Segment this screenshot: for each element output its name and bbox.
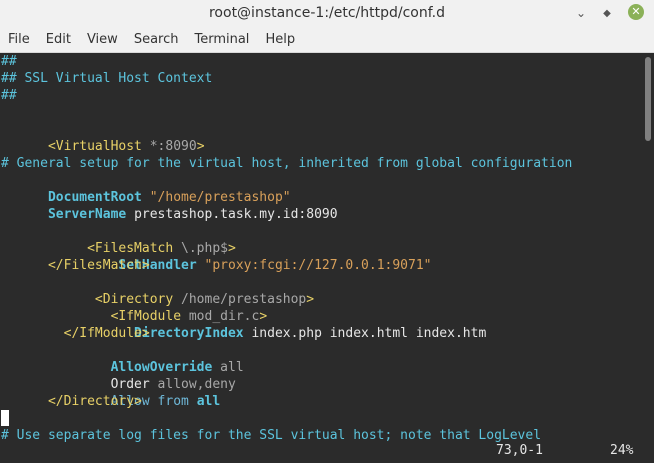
code-line: # Use separate log files for the SSL vir…: [1, 428, 542, 443]
tag-close: >: [306, 292, 315, 307]
maximize-icon[interactable]: ◆: [598, 4, 616, 22]
scrollbar[interactable]: [643, 53, 654, 463]
code-line: Order allow,deny: [1, 359, 236, 392]
code-line: ServerName prestashop.task.my.id:8090: [1, 189, 338, 222]
code-line: </Directory>: [1, 394, 142, 409]
code-line: ##: [1, 88, 17, 103]
directive-value: all: [196, 394, 221, 409]
scroll-percent: 24%: [610, 443, 634, 458]
keyword: from: [157, 394, 197, 409]
menu-view[interactable]: View: [79, 32, 126, 47]
code-line: ## SSL Virtual Host Context: [1, 71, 213, 86]
tag-close: >: [196, 139, 205, 154]
code-line: ##: [1, 54, 17, 69]
directive-value: "proxy:fcgi://127.0.0.1:9071": [196, 258, 432, 273]
directive: ServerName: [47, 207, 127, 222]
code-line: <VirtualHost *:8090>: [1, 121, 205, 154]
close-icon[interactable]: ✕: [628, 4, 644, 20]
code-line: DocumentRoot "/home/prestashop": [1, 172, 291, 205]
minimize-icon[interactable]: ⌄: [572, 4, 590, 22]
title-bar: root@instance-1:/etc/httpd/conf.d ⌄ ◆ ✕: [0, 0, 654, 26]
terminal-window: root@instance-1:/etc/httpd/conf.d ⌄ ◆ ✕ …: [0, 0, 654, 463]
menu-help[interactable]: Help: [257, 32, 303, 47]
scrollbar-thumb[interactable]: [645, 57, 651, 141]
menu-edit[interactable]: Edit: [38, 32, 79, 47]
terminal-content[interactable]: ## ## SSL Virtual Host Context ## <Virtu…: [0, 53, 643, 463]
menu-terminal[interactable]: Terminal: [186, 32, 257, 47]
code-line: SetHandler "proxy:fcgi://127.0.0.1:9071": [1, 240, 431, 273]
code-line: </IfModule>: [1, 326, 150, 341]
text-cursor: [1, 410, 9, 426]
menu-search[interactable]: Search: [126, 32, 187, 47]
code-line: <IfModule mod_dir.c>: [1, 291, 268, 324]
code-line: </FilesMatch>: [1, 258, 150, 273]
code-line: <FilesMatch \.php$>: [1, 223, 236, 256]
directive-value: index.php index.html index.htm: [243, 326, 487, 341]
cursor-position: 73,0-1: [496, 443, 543, 458]
code-line: DirectoryIndex index.php index.html inde…: [1, 308, 486, 341]
code-line: Allow from all: [1, 376, 221, 409]
menu-bar: File Edit View Search Terminal Help: [0, 26, 654, 53]
code-line: AllowOverride all: [1, 342, 244, 375]
code-line: # General setup for the virtual host, in…: [1, 156, 573, 171]
code-line: <Directory /home/prestashop>: [1, 274, 314, 307]
tag-open: <VirtualHost: [47, 139, 150, 154]
window-title: root@instance-1:/etc/httpd/conf.d: [208, 5, 445, 21]
vim-status-line: 73,0-1 24%: [0, 443, 643, 461]
menu-file[interactable]: File: [0, 32, 38, 47]
directive-value: prestashop.task.my.id:8090: [126, 207, 338, 222]
tag-arg: *:8090: [149, 139, 197, 154]
